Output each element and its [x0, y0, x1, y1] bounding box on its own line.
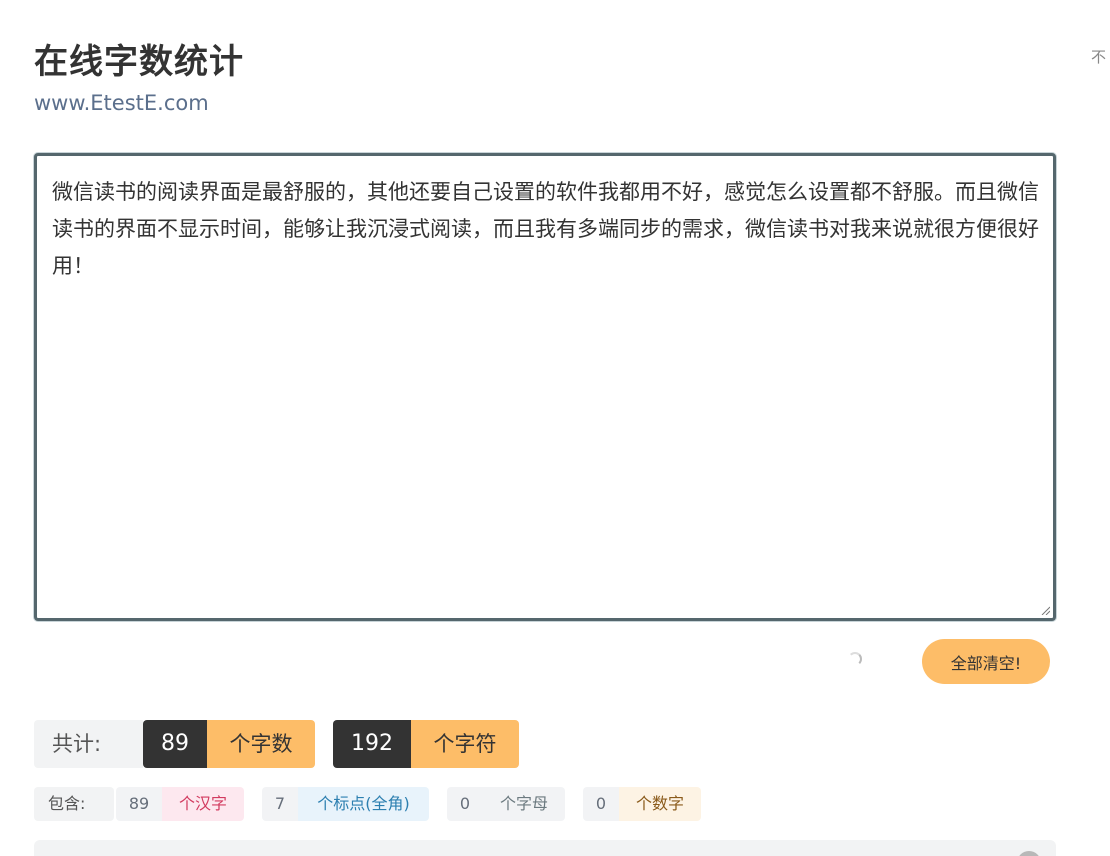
contains-row: 包含: 89 个汉字 7 个标点(全角) 0 个字母 0 个数字	[34, 787, 701, 821]
letter-count-unit: 个字母	[483, 787, 565, 821]
letter-count-pill: 0 个字母	[447, 787, 565, 821]
punct-count-pill: 7 个标点(全角)	[262, 787, 429, 821]
text-editor: 微信读书的阅读界面是最舒服的，其他还要自己设置的软件我都用不好，感觉怎么设置都不…	[34, 153, 1056, 621]
word-count-value: 89	[143, 720, 207, 768]
site-url: www.EtestE.com	[34, 91, 209, 115]
hanzi-count-value: 89	[116, 787, 162, 821]
punct-count-value: 7	[262, 787, 298, 821]
bottom-panel	[34, 840, 1056, 856]
totals-label: 共计:	[34, 720, 143, 768]
hanzi-count-unit: 个汉字	[162, 787, 244, 821]
digit-count-unit: 个数字	[619, 787, 701, 821]
resize-handle-icon[interactable]	[1040, 605, 1050, 615]
clear-all-button[interactable]: 全部清空!	[922, 639, 1050, 684]
word-count-stat: 89 个字数	[143, 720, 315, 768]
digit-count-pill: 0 个数字	[583, 787, 701, 821]
digit-count-value: 0	[583, 787, 619, 821]
corner-text: 不	[1091, 48, 1107, 66]
page-title: 在线字数统计	[34, 42, 244, 82]
punct-count-unit: 个标点(全角)	[298, 787, 429, 821]
totals-row: 共计: 89 个字数 192 个字符	[34, 720, 519, 768]
char-count-unit: 个字符	[411, 720, 519, 768]
text-input[interactable]: 微信读书的阅读界面是最舒服的，其他还要自己设置的软件我都用不好，感觉怎么设置都不…	[37, 156, 1053, 618]
hanzi-count-pill: 89 个汉字	[116, 787, 244, 821]
page: 在线字数统计 www.EtestE.com 不 微信读书的阅读界面是最舒服的，其…	[0, 0, 1110, 856]
loading-spinner-icon	[848, 652, 862, 666]
contains-label: 包含:	[34, 787, 114, 821]
word-count-unit: 个字数	[207, 720, 315, 768]
char-count-stat: 192 个字符	[333, 720, 519, 768]
letter-count-value: 0	[447, 787, 483, 821]
char-count-value: 192	[333, 720, 411, 768]
